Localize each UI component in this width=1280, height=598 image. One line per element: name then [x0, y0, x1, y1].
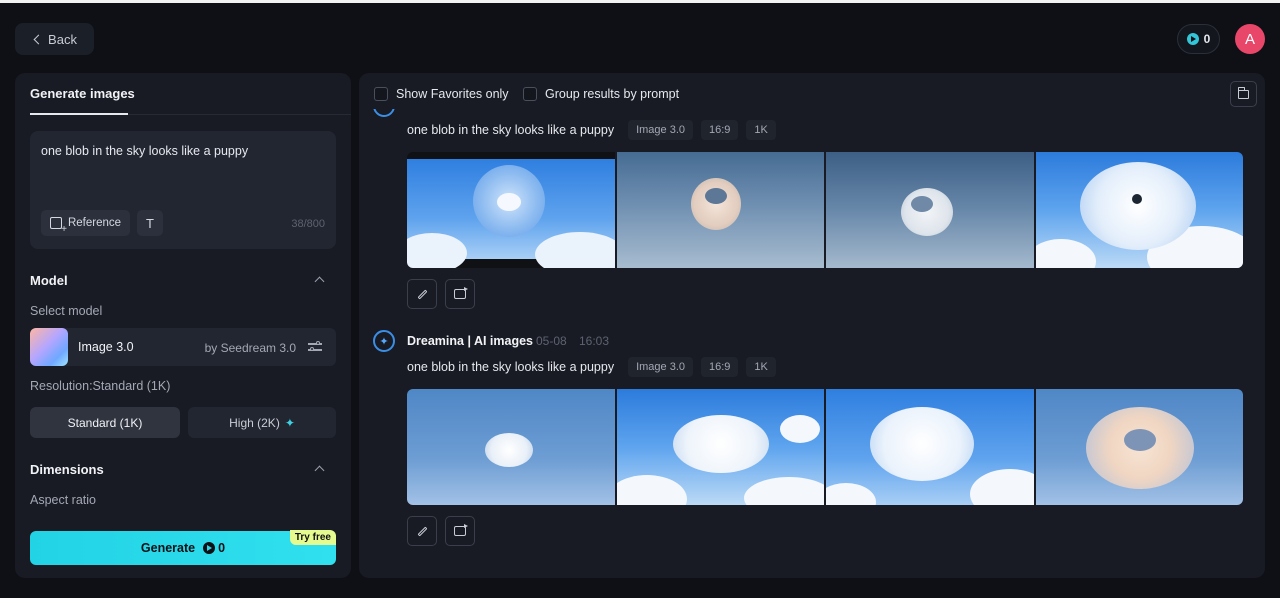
regenerate-button[interactable]	[445, 279, 475, 309]
window-top-edge	[0, 0, 1280, 3]
select-model-label: Select model	[30, 304, 103, 318]
result-image-row	[407, 389, 1243, 505]
tag-resolution: 1K	[746, 357, 776, 377]
folder-icon	[1237, 86, 1249, 99]
group-checkbox[interactable]	[523, 87, 537, 101]
author-name: Dreamina | AI images	[407, 334, 534, 348]
tag-model: Image 3.0	[628, 120, 693, 140]
generate-label: Generate	[140, 541, 196, 555]
regenerate-icon	[454, 287, 468, 299]
result-image-row	[407, 152, 1243, 268]
model-name: Image 3.0	[78, 340, 134, 354]
group-label[interactable]: Group results by prompt	[545, 87, 679, 101]
pencil-icon	[417, 526, 427, 536]
result-image[interactable]	[407, 389, 615, 505]
result-date: 05-08	[536, 334, 567, 348]
aspect-ratio-label: Aspect ratio	[30, 493, 97, 507]
prompt-input[interactable]: one blob in the sky looks like a puppy R…	[30, 131, 336, 249]
avatar[interactable]: A	[1235, 24, 1265, 54]
result-time: 16:03	[579, 334, 610, 348]
generate-panel: Generate images one blob in the sky look…	[15, 73, 351, 578]
credits-balance[interactable]: 0	[1177, 24, 1220, 54]
resolution-standard-label: Standard (1K)	[67, 415, 143, 430]
try-free-badge: Try free	[289, 530, 336, 545]
collapse-dimensions-icon[interactable]	[314, 465, 325, 476]
back-button[interactable]: Back	[15, 23, 94, 55]
char-count: 38/800	[291, 218, 325, 230]
result-image[interactable]	[826, 389, 1034, 505]
model-provider: by Seedream 3.0	[204, 341, 296, 355]
result-prompt-line: one blob in the sky looks like a puppy I…	[407, 357, 776, 377]
result-prompt[interactable]: one blob in the sky looks like a puppy	[407, 123, 614, 137]
tab-active-indicator	[30, 113, 128, 115]
folder-button[interactable]	[1230, 81, 1257, 107]
generate-cost: 0	[218, 541, 226, 555]
sparkle-icon: ✦	[284, 415, 295, 430]
reference-button[interactable]: Reference	[41, 210, 130, 236]
tag-model: Image 3.0	[628, 357, 693, 377]
resolution-label: Resolution:Standard (1K)	[30, 379, 171, 393]
dimensions-section-title: Dimensions	[30, 462, 104, 477]
favorites-checkbox[interactable]	[374, 87, 388, 101]
dreamina-logo-icon: ✦	[373, 330, 395, 352]
model-selector[interactable]: Image 3.0 by Seedream 3.0	[30, 328, 336, 366]
result-image[interactable]	[616, 389, 824, 505]
results-panel: Show Favorites only Group results by pro…	[359, 73, 1265, 578]
generate-button[interactable]: Generate 0 Try free	[30, 530, 336, 565]
model-section-title: Model	[30, 273, 68, 288]
tag-resolution: 1K	[746, 120, 776, 140]
add-image-icon	[49, 217, 67, 235]
credit-coin-icon	[1186, 33, 1199, 45]
sliders-icon[interactable]	[308, 340, 322, 354]
collapse-model-icon[interactable]	[314, 276, 325, 287]
regenerate-icon	[454, 524, 468, 536]
tag-aspect: 16:9	[701, 120, 739, 140]
favorites-label[interactable]: Show Favorites only	[396, 87, 509, 101]
tab-generate-images[interactable]: Generate images	[30, 86, 135, 101]
pencil-icon	[417, 289, 427, 299]
resolution-high-button[interactable]: High (2K) ✦	[188, 407, 336, 438]
dreamina-logo-icon	[373, 109, 395, 117]
regenerate-button[interactable]	[445, 516, 475, 546]
prompt-text[interactable]: one blob in the sky looks like a puppy	[41, 144, 248, 158]
resolution-high-label: High (2K)	[229, 415, 280, 430]
text-t-icon: T	[146, 215, 154, 231]
model-thumbnail	[30, 328, 68, 366]
result-image[interactable]	[407, 152, 615, 268]
result-prompt[interactable]: one blob in the sky looks like a puppy	[407, 360, 614, 374]
back-label: Back	[48, 31, 77, 47]
result-image[interactable]	[826, 152, 1034, 268]
reference-label: Reference	[67, 217, 122, 229]
result-prompt-line: one blob in the sky looks like a puppy I…	[407, 120, 776, 140]
edit-button[interactable]	[407, 279, 437, 309]
credits-count: 0	[1203, 32, 1211, 46]
text-style-button[interactable]: T	[137, 210, 163, 236]
resolution-standard-button[interactable]: Standard (1K)	[30, 407, 180, 438]
tag-aspect: 16:9	[701, 357, 739, 377]
chevron-left-icon	[33, 34, 44, 44]
edit-button[interactable]	[407, 516, 437, 546]
credit-coin-icon	[203, 542, 216, 554]
result-image[interactable]	[1035, 152, 1243, 268]
result-image[interactable]	[616, 152, 824, 268]
result-image[interactable]	[1035, 389, 1243, 505]
